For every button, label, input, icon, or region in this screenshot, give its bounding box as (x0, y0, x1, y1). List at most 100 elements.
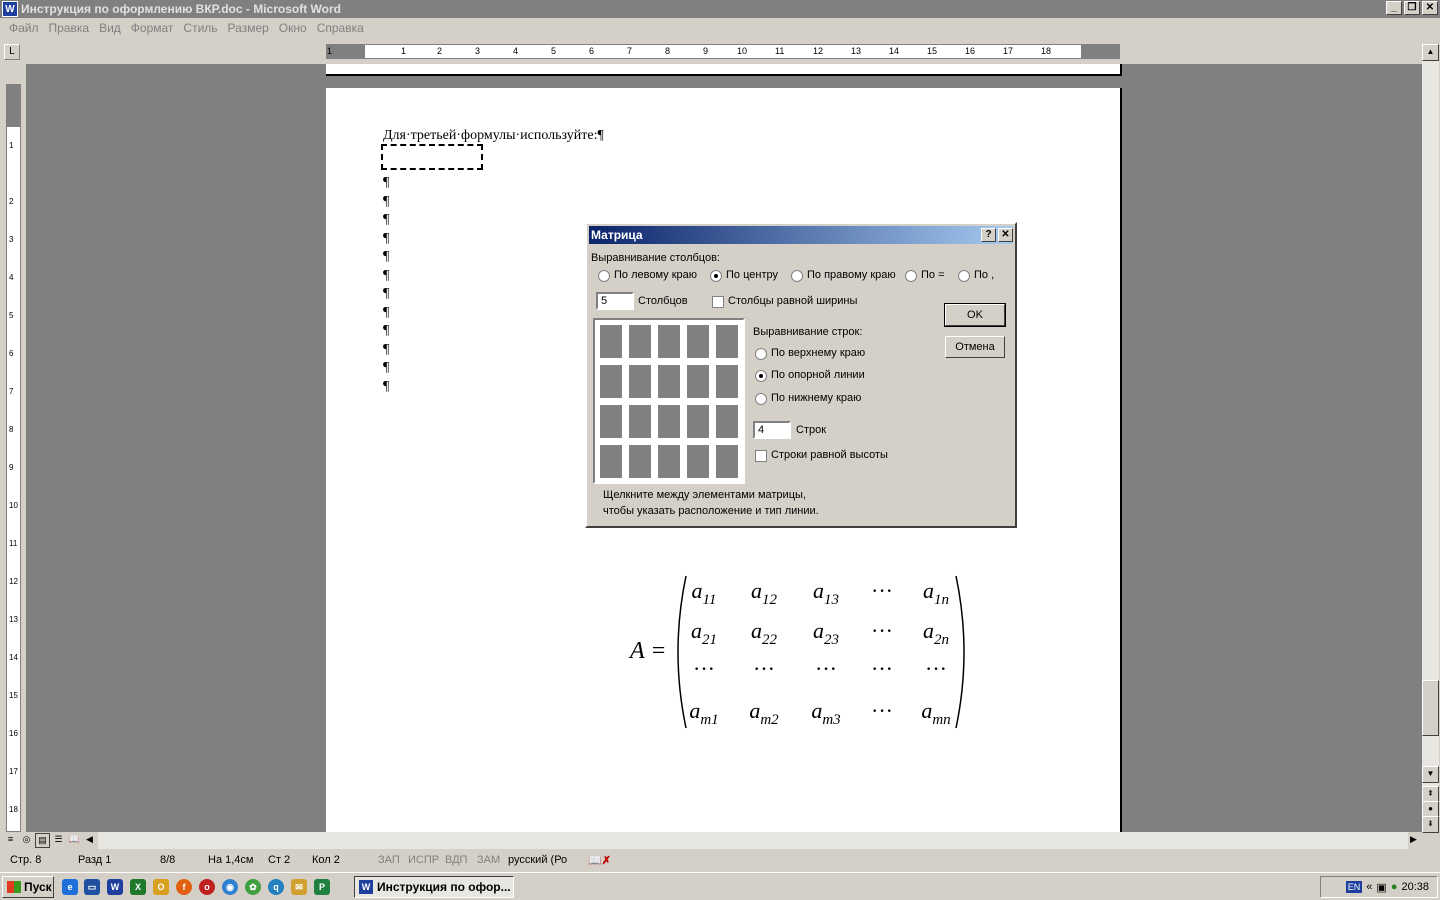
menu-view[interactable]: Вид (94, 21, 126, 35)
qip-icon[interactable]: q (268, 879, 284, 895)
network-tray-icon[interactable]: ▣ (1376, 881, 1386, 894)
outlook-icon[interactable]: O (153, 879, 169, 895)
security-tray-icon[interactable]: ● (1391, 881, 1398, 893)
menu-format[interactable]: Формат (126, 21, 179, 35)
scroll-left-arrow-icon[interactable]: ◀ (82, 833, 97, 848)
spelling-status-icon[interactable]: 📖✗ (588, 854, 611, 867)
desktop-icon[interactable]: ▭ (84, 879, 100, 895)
vertical-scrollbar[interactable]: ▲ ▼ ⇞ ● ⇟ (1422, 44, 1439, 833)
chat-icon[interactable]: ✉ (291, 879, 307, 895)
opera-icon[interactable]: o (199, 879, 215, 895)
horizontal-scroll-track[interactable] (98, 832, 1408, 849)
radio-row-bottom[interactable] (755, 393, 767, 405)
scroll-thumb[interactable] (1422, 680, 1439, 736)
menu-help[interactable]: Справка (312, 21, 369, 35)
word-quicklaunch-icon[interactable]: W (107, 879, 123, 895)
radio-row-top[interactable] (755, 348, 767, 360)
radio-col-left[interactable] (598, 270, 610, 282)
matrix-cell[interactable] (687, 325, 709, 358)
horizontal-ruler[interactable]: 1 1 2 3 4 5 6 7 8 9 10 11 12 13 14 15 16… (326, 44, 1120, 59)
ok-button[interactable]: OK (944, 303, 1006, 327)
scroll-down-arrow-icon[interactable]: ▼ (1422, 766, 1439, 783)
firefox-icon[interactable]: f (176, 879, 192, 895)
equal-columns-checkbox[interactable] (712, 296, 724, 308)
tray-expand-icon[interactable]: « (1366, 881, 1372, 893)
radio-col-left-label[interactable]: По левому краю (614, 269, 697, 281)
matrix-cell[interactable] (600, 445, 622, 478)
radio-row-top-label[interactable]: По верхнему краю (771, 347, 865, 359)
scroll-right-arrow-icon[interactable]: ▶ (1406, 833, 1421, 848)
close-icon[interactable]: ✕ (998, 228, 1013, 242)
equation-object[interactable] (381, 144, 483, 170)
radio-row-bottom-label[interactable]: По нижнему краю (771, 392, 861, 404)
help-icon[interactable]: ? (981, 228, 996, 242)
equal-columns-label[interactable]: Столбцы равной ширины (728, 295, 857, 307)
radio-col-center-label[interactable]: По центру (726, 269, 778, 281)
cancel-button[interactable]: Отмена (945, 336, 1005, 358)
matrix-cell[interactable] (687, 445, 709, 478)
start-button[interactable]: Пуск (2, 876, 54, 898)
matrix-cell[interactable] (658, 445, 680, 478)
rows-input[interactable]: 4 (753, 421, 791, 439)
matrix-grid[interactable] (593, 318, 745, 484)
icq-icon[interactable]: ✿ (245, 879, 261, 895)
restore-button[interactable]: ❐ (1404, 1, 1420, 15)
matrix-cell[interactable] (629, 325, 651, 358)
excel-icon[interactable]: X (130, 879, 146, 895)
matrix-cell[interactable] (600, 325, 622, 358)
tab-selector[interactable]: L (4, 44, 20, 60)
menu-size[interactable]: Размер (223, 21, 274, 35)
status-track[interactable]: ИСПР (408, 854, 439, 866)
reading-view-icon[interactable]: 📖 (67, 833, 82, 848)
matrix-cell[interactable] (687, 365, 709, 398)
language-indicator[interactable]: EN (1345, 881, 1363, 893)
menu-style[interactable]: Стиль (178, 21, 222, 35)
outline-view-icon[interactable]: ☰ (51, 833, 66, 848)
radio-col-equals[interactable] (905, 270, 917, 282)
matrix-cell[interactable] (600, 365, 622, 398)
radio-col-center[interactable] (710, 270, 722, 282)
ie-icon[interactable]: e (62, 879, 78, 895)
matrix-cell[interactable] (716, 365, 738, 398)
normal-view-icon[interactable]: ≡ (3, 833, 18, 848)
radio-row-baseline[interactable] (755, 370, 767, 382)
status-extend[interactable]: ВДП (445, 854, 467, 866)
radio-col-right[interactable] (791, 270, 803, 282)
matrix-cell[interactable] (629, 445, 651, 478)
minimize-button[interactable]: _ (1386, 1, 1402, 15)
horizontal-scrollbar[interactable]: ≡ ◎ ▤ ☰ 📖 ◀ ▶ (0, 832, 1422, 849)
matrix-cell[interactable] (658, 365, 680, 398)
project-icon[interactable]: P (314, 879, 330, 895)
radio-col-equals-label[interactable]: По = (921, 269, 945, 281)
matrix-cell[interactable] (716, 325, 738, 358)
radio-col-comma[interactable] (958, 270, 970, 282)
document-line[interactable]: Для·третьей·формулы·используйте:¶ (383, 128, 604, 144)
menu-file[interactable]: Файл (4, 21, 44, 35)
matrix-cell[interactable] (716, 405, 738, 438)
print-view-icon[interactable]: ▤ (35, 833, 50, 848)
web-view-icon[interactable]: ◎ (19, 833, 34, 848)
equal-rows-checkbox[interactable] (755, 450, 767, 462)
next-page-icon[interactable]: ⇟ (1422, 816, 1439, 833)
matrix-cell[interactable] (658, 405, 680, 438)
matrix-cell[interactable] (687, 405, 709, 438)
matrix-cell[interactable] (629, 365, 651, 398)
radio-row-baseline-label[interactable]: По опорной линии (771, 369, 865, 381)
radio-col-right-label[interactable]: По правому краю (807, 269, 896, 281)
radio-col-comma-label[interactable]: По , (974, 269, 994, 281)
matrix-cell[interactable] (716, 445, 738, 478)
scroll-up-arrow-icon[interactable]: ▲ (1422, 44, 1439, 61)
matrix-cell[interactable] (658, 325, 680, 358)
menu-window[interactable]: Окно (274, 21, 312, 35)
equal-rows-label[interactable]: Строки равной высоты (771, 449, 888, 461)
columns-input[interactable]: 5 (596, 292, 634, 310)
menu-edit[interactable]: Правка (44, 21, 95, 35)
vertical-ruler[interactable]: 1 2 3 4 5 6 7 8 9 10 11 12 13 14 15 16 1… (6, 84, 21, 832)
matrix-cell[interactable] (629, 405, 651, 438)
status-overtype[interactable]: ЗАМ (477, 854, 500, 866)
close-button[interactable]: ✕ (1422, 1, 1438, 15)
taskbar-word-window[interactable]: W Инструкция по офор... (354, 876, 514, 898)
matrix-cell[interactable] (600, 405, 622, 438)
status-rec[interactable]: ЗАП (378, 854, 400, 866)
network-icon[interactable]: ◉ (222, 879, 238, 895)
